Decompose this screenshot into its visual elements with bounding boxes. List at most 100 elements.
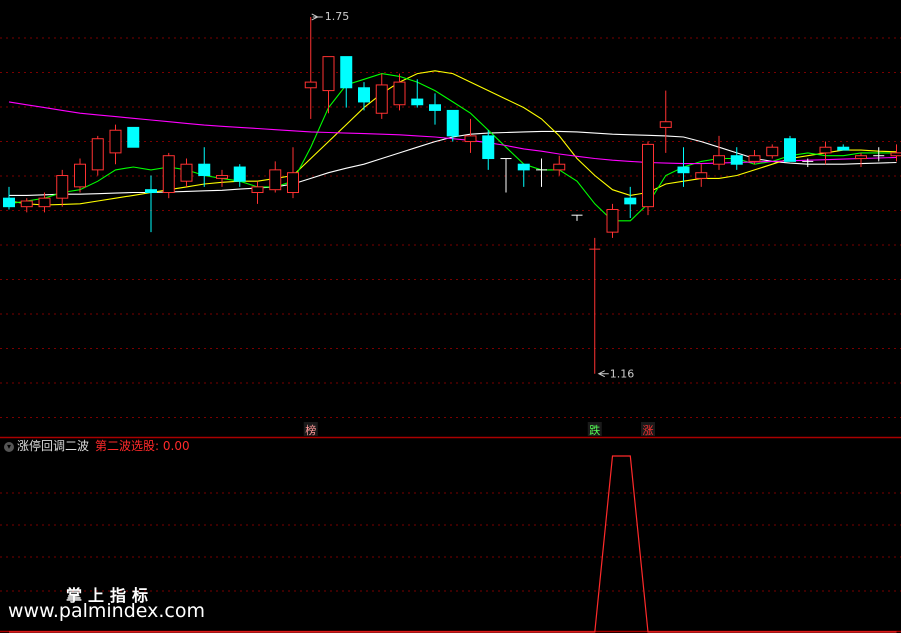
candle-body: [393, 81, 406, 106]
signal-marker: 榜: [305, 423, 316, 437]
candle-body: [553, 163, 566, 171]
candle: [500, 158, 512, 193]
candle-body: [659, 121, 672, 128]
candle: [56, 169, 69, 207]
candle: [642, 141, 654, 216]
candle-body: [304, 81, 317, 89]
candle-body: [180, 163, 193, 182]
signal-marker: 跌: [589, 423, 600, 437]
candle-body: [216, 175, 228, 179]
candle: [482, 130, 495, 170]
high-arrow: [311, 13, 323, 21]
candle-body: [517, 163, 530, 171]
candle: [873, 147, 885, 162]
low-price-label: 1.16: [610, 368, 635, 381]
candle: [606, 203, 619, 238]
candle-body: [269, 169, 282, 191]
stock-chart[interactable]: 1.75 1.16 榜 跌 涨: [0, 0, 901, 633]
candle-body: [145, 189, 157, 194]
price-annotations: 1.75 1.16: [311, 10, 635, 381]
candle-body: [109, 129, 122, 154]
candle: [91, 135, 104, 176]
candle: [393, 73, 406, 111]
candle-body: [766, 146, 779, 157]
candle: [375, 73, 388, 119]
candle: [269, 161, 282, 193]
candle: [713, 135, 725, 170]
candle: [536, 158, 547, 187]
candle-body: [464, 135, 477, 143]
candle-body: [890, 152, 901, 157]
candle-body: [358, 87, 370, 103]
candle: [38, 192, 51, 213]
candle-body: [411, 98, 424, 106]
candle: [127, 126, 140, 148]
chevron-down-icon[interactable]: ▾: [4, 441, 14, 452]
candle-body: [642, 143, 654, 208]
candle-body: [482, 135, 495, 160]
candle: [251, 181, 264, 204]
candle: [233, 164, 246, 187]
candle: [589, 237, 601, 374]
candle: [429, 93, 441, 125]
candle: [517, 163, 530, 187]
candle-body: [340, 56, 353, 89]
candle-body: [127, 126, 140, 148]
candle-body: [624, 197, 637, 205]
moving-average-lines: [8, 70, 897, 222]
candle-body: [233, 166, 246, 182]
candle: [216, 169, 228, 187]
candle: [358, 82, 370, 111]
candle-body: [855, 155, 867, 160]
candle: [340, 56, 353, 108]
candle-body: [322, 56, 335, 92]
candle: [766, 144, 779, 159]
candlestick-series: [3, 16, 901, 374]
candle-body: [91, 138, 104, 171]
candle: [322, 56, 335, 114]
candle-body: [748, 155, 761, 162]
candle-body: [3, 197, 15, 208]
candle-body: [446, 109, 459, 137]
candle: [109, 124, 122, 165]
candle-body: [198, 163, 211, 177]
candle-body: [713, 155, 725, 165]
candle: [819, 141, 832, 165]
candle: [304, 16, 317, 119]
watermark-url: www.palmindex.com: [8, 600, 206, 622]
high-price-label: 1.75: [325, 10, 350, 23]
candle-body: [784, 138, 796, 162]
candle: [837, 144, 850, 151]
candle: [162, 152, 175, 199]
candle-body: [819, 146, 832, 154]
candle: [784, 135, 796, 162]
candle: [198, 147, 211, 187]
candle: [624, 186, 637, 218]
candle-body: [287, 172, 299, 194]
candle: [659, 90, 672, 153]
candle: [180, 158, 193, 187]
signal-markers: 榜跌涨: [303, 422, 655, 437]
signal-marker: 涨: [643, 424, 654, 437]
candle-body: [56, 175, 69, 199]
indicator-signal-value: 第二波选股: 0.00: [95, 439, 190, 453]
candle: [855, 152, 867, 168]
indicator-header: ▾ 涨停回调二波 第二波选股: 0.00: [4, 439, 190, 453]
candle: [464, 118, 477, 153]
candle-body: [74, 163, 86, 188]
candle-body: [20, 200, 33, 208]
candle-body: [677, 166, 690, 174]
candle-body: [162, 155, 175, 194]
candle-body: [38, 197, 51, 208]
candle: [145, 175, 157, 233]
candle: [730, 147, 743, 170]
candle: [3, 186, 15, 210]
candle-body: [606, 209, 619, 233]
indicator-title: 涨停回调二波: [17, 439, 90, 453]
low-arrow: [597, 370, 609, 378]
candle-body: [837, 146, 850, 151]
candle: [890, 144, 901, 162]
candle-body: [695, 172, 708, 179]
candle: [695, 164, 708, 187]
candle-body: [375, 84, 388, 114]
